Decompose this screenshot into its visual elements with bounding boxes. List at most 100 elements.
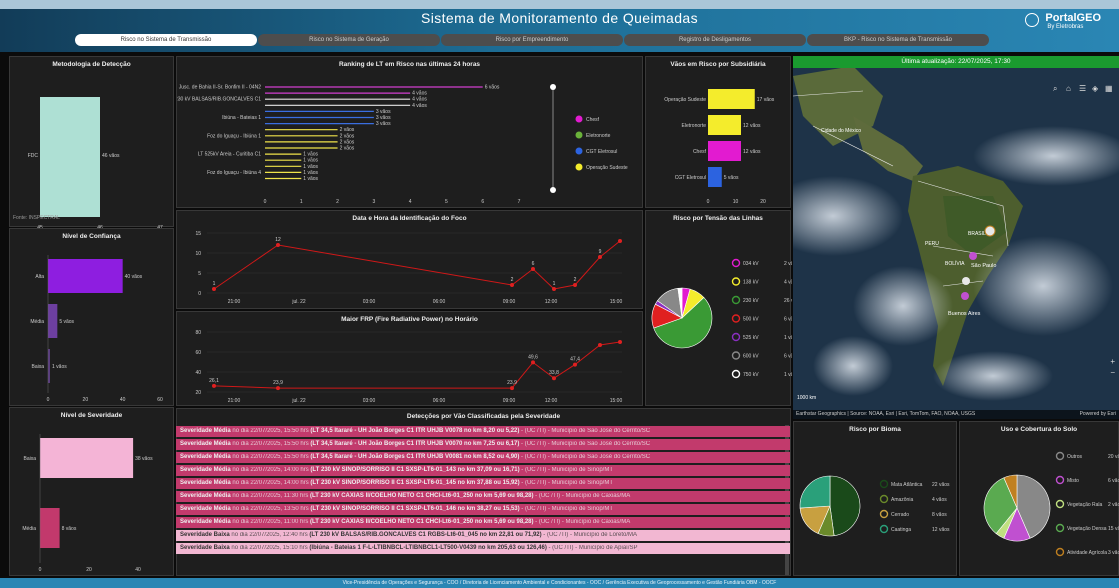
- legend-label: 600 kV: [743, 354, 759, 360]
- detection-date: no dia 22/07/2025, 12:40 hrs: [229, 532, 308, 538]
- severity-label: Severidade Média: [180, 441, 231, 447]
- y-tick: 40: [195, 370, 201, 376]
- metodologia-panel: Metodologia de Detecção FDC 46 vãos 45 46 47…: [9, 56, 174, 231]
- bar-Baixa: [40, 438, 134, 478]
- last-update-banner: Última atualização: 22/07/2025, 17:30: [793, 56, 1119, 68]
- legend-swatch: [879, 524, 889, 534]
- category-label: Média: [22, 526, 36, 532]
- search-icon[interactable]: ⌕: [1053, 84, 1063, 94]
- legend-label: Vegetação Densa: [1067, 526, 1107, 532]
- data-label: 6: [532, 261, 535, 267]
- legend-value: 1 vãos: [784, 372, 792, 378]
- confianca-chart: Alta 40 vãos Média 5 vãos Baixa 1 vãos 0 20 40 60: [30, 255, 163, 403]
- line-name: (Ibiúna - Bateias 1 F-L-LTIBNBCL-LTIBNBC…: [307, 545, 547, 551]
- data-point: [531, 360, 535, 365]
- metodologia-category: FDC: [28, 153, 39, 159]
- tab-2[interactable]: Risco por Empreendimento: [441, 34, 623, 46]
- series-line: [213, 240, 621, 290]
- bar-Média: [40, 508, 60, 548]
- subsidiaria-value: 12 vãos: [743, 123, 761, 129]
- legend-label: Atividade Agrícola: [1067, 550, 1107, 556]
- legend-value: 15 vãos: [1108, 526, 1119, 532]
- y-tick: 10: [195, 251, 201, 257]
- home-icon[interactable]: ⌂: [1066, 84, 1076, 94]
- x-tick: 09:00: [503, 299, 516, 305]
- legend-swatch: [1055, 451, 1065, 461]
- ranking-value: 2 vãos: [340, 146, 355, 152]
- severidade-panel: Nível de Severidade Baixa 38 vãos Média 8 v…: [9, 407, 174, 576]
- severity-label: Severidade Média: [180, 454, 231, 460]
- line-name: (LT 34,5 Itararé - UH João Borges C1 ITR…: [308, 428, 520, 434]
- line-name: (LT 34,5 Itararé - UH João Borges C1 ITR…: [308, 454, 520, 460]
- data-point: [552, 287, 556, 291]
- subsidiaria-tick: 20: [760, 199, 766, 205]
- data-label: 1: [553, 281, 556, 287]
- x-tick: 03:00: [363, 398, 376, 404]
- zoom-out-button[interactable]: −: [1110, 367, 1115, 378]
- tab-4[interactable]: BKP - Risco no Sistema de Transmissão: [807, 34, 989, 46]
- location: - (UC /TI) - Município de São José do Ce…: [519, 454, 651, 460]
- basemap-icon[interactable]: ▦: [1105, 84, 1115, 94]
- legend-value: 6 vãos: [1108, 478, 1119, 484]
- source-note: Fonte: INSPECTRAL: [13, 215, 60, 221]
- line-name: (LT 230 kV SINOP/SORRISO II C1 SXSP-LT6-…: [308, 480, 520, 486]
- detection-date: no dia 22/07/2025, 11:00 hrs: [230, 519, 309, 525]
- data-point: [618, 340, 622, 344]
- layers-icon[interactable]: ◈: [1092, 84, 1102, 94]
- y-tick: 80: [195, 330, 201, 336]
- tab-0[interactable]: Risco no Sistema de Transmissão: [75, 34, 257, 46]
- category-label: Alta: [35, 274, 44, 280]
- legend-swatch: [731, 258, 741, 268]
- legend-value: 1 vãos: [784, 335, 792, 341]
- map-canvas[interactable]: [793, 56, 1119, 419]
- timeline-title: Data e Hora da Identificação do Foco: [352, 215, 467, 222]
- subsidiaria-panel: Vãos em Risco por Subsidiária Operação S…: [645, 56, 791, 208]
- detection-row[interactable]: Severidade Média no dia 22/07/2025, 13:5…: [176, 504, 790, 515]
- portalgeo-logo[interactable]: PortalGEO By Eletrobras: [1025, 12, 1101, 30]
- list-icon[interactable]: ☰: [1079, 84, 1089, 94]
- legend-label: Cerrado: [891, 512, 909, 518]
- detection-row[interactable]: Severidade Baixa no dia 22/07/2025, 12:4…: [176, 530, 790, 541]
- map-view[interactable]: Cidade do México São Paulo Buenos Aires …: [793, 56, 1119, 419]
- legend-value: 4 vãos: [784, 280, 792, 286]
- subsidiaria-value: 17 vãos: [757, 97, 775, 103]
- bar-label: 1 vãos: [52, 364, 67, 370]
- x-tick: 06:00: [433, 398, 446, 404]
- legend-swatch: [1055, 475, 1065, 485]
- detection-row[interactable]: Severidade Média no dia 22/07/2025, 14:0…: [176, 478, 790, 489]
- legend-value: 20 vãos: [1108, 454, 1119, 460]
- solo-chart: Outros 20 vãos Misto 6 vãos Vegetação Rala 2 …: [983, 451, 1119, 557]
- location: - (UC /TI) - Município de Caxias/MA: [533, 519, 631, 525]
- line-name: (LT 230 kV CAXIAS II/COELHO NETO C1 CHCI…: [308, 519, 534, 525]
- map-label-mexico: Cidade do México: [821, 128, 862, 134]
- location: - (UC /TI) - Município de Sinop/MT: [519, 480, 613, 486]
- detection-row[interactable]: Severidade Média no dia 22/07/2025, 14:0…: [176, 465, 790, 476]
- subsidiaria-title: Vãos em Risco por Subsidiária: [670, 61, 766, 68]
- tab-1[interactable]: Risco no Sistema de Geração: [258, 34, 440, 46]
- ranking-tick: 5: [445, 199, 448, 205]
- tab-3[interactable]: Registro de Desligamentos: [624, 34, 806, 46]
- severity-label: Severidade Baixa: [180, 545, 230, 551]
- y-tick: 15: [195, 231, 201, 237]
- ranking-panel: Ranking de LT em Risco nas últimas 24 ho…: [168, 56, 643, 208]
- subsidiaria-value: 5 vãos: [724, 175, 739, 181]
- data-label: 12: [275, 237, 281, 243]
- detection-row[interactable]: Severidade Baixa no dia 22/07/2025, 15:1…: [176, 543, 790, 554]
- data-point: [276, 386, 280, 391]
- x-tick: 06:00: [433, 299, 446, 305]
- detection-row[interactable]: Severidade Média no dia 22/07/2025, 11:3…: [176, 491, 790, 502]
- ranking-value: 2 vãos: [340, 133, 355, 139]
- page-title: Sistema de Monitoramento de Queimadas: [420, 10, 699, 26]
- x-tick: 15:00: [610, 398, 623, 404]
- detection-row[interactable]: Severidade Média no dia 22/07/2025, 15:5…: [176, 452, 790, 463]
- detection-row[interactable]: Severidade Média no dia 22/07/2025, 15:5…: [176, 439, 790, 450]
- footer: Vice-Presidência de Operações e Seguranç…: [0, 578, 1119, 588]
- detection-row[interactable]: Severidade Média no dia 22/07/2025, 15:5…: [176, 426, 790, 437]
- tick-label: 0: [39, 567, 42, 573]
- legend-swatch: [731, 295, 741, 305]
- deteccoes-title: Detecções por Vão Classificadas pela Sev…: [406, 413, 561, 420]
- detection-row[interactable]: Severidade Média no dia 22/07/2025, 11:0…: [176, 517, 790, 528]
- ranking-tick: 6: [481, 199, 484, 205]
- ranking-value: 4 vãos: [412, 91, 427, 97]
- zoom-in-button[interactable]: +: [1110, 356, 1115, 367]
